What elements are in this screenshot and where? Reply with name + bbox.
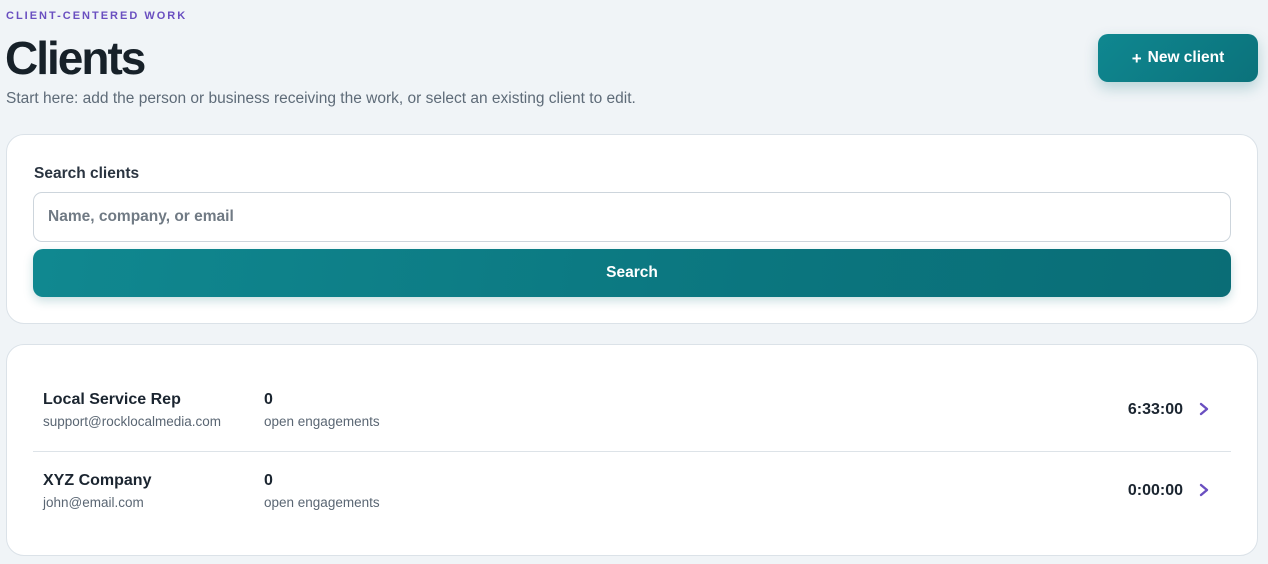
client-time-total: 6:33:00 <box>1127 401 1183 418</box>
chevron-right-icon[interactable] <box>1197 400 1211 418</box>
chevron-right-icon[interactable] <box>1197 481 1211 499</box>
search-label: Search clients <box>34 165 140 182</box>
page-title: Clients <box>5 32 146 84</box>
search-card: Search clients Search <box>6 134 1258 324</box>
client-name: XYZ Company <box>43 472 152 489</box>
client-row[interactable]: Local Service Rep support@rocklocalmedia… <box>33 371 1231 451</box>
search-button[interactable]: Search <box>33 249 1231 297</box>
engagements-info: 0 open engagements <box>264 472 380 510</box>
engagements-info: 0 open engagements <box>264 391 380 429</box>
client-name: Local Service Rep <box>43 391 181 408</box>
client-info: Local Service Rep support@rocklocalmedia… <box>43 391 221 429</box>
open-engagements-count: 0 <box>264 472 273 489</box>
client-list: Local Service Rep support@rocklocalmedia… <box>6 344 1258 556</box>
search-input[interactable] <box>33 192 1231 242</box>
client-time-total: 0:00:00 <box>1127 482 1183 499</box>
page-eyebrow: CLIENT-CENTERED WORK <box>6 10 188 22</box>
client-info: XYZ Company john@email.com <box>43 472 151 510</box>
client-row[interactable]: XYZ Company john@email.com 0 open engage… <box>33 451 1231 531</box>
client-email: support@rocklocalmedia.com <box>43 414 222 429</box>
client-email: john@email.com <box>43 495 144 510</box>
open-engagements-count: 0 <box>264 391 273 408</box>
open-engagements-label: open engagements <box>264 495 380 510</box>
open-engagements-label: open engagements <box>264 414 380 429</box>
plus-icon: + <box>1131 48 1142 68</box>
new-client-button[interactable]: + New client <box>1098 34 1258 82</box>
clients-page: CLIENT-CENTERED WORK Clients Start here:… <box>0 0 1268 564</box>
page-subtitle: Start here: add the person or business r… <box>6 90 636 107</box>
new-client-button-label: New client <box>1147 49 1225 66</box>
